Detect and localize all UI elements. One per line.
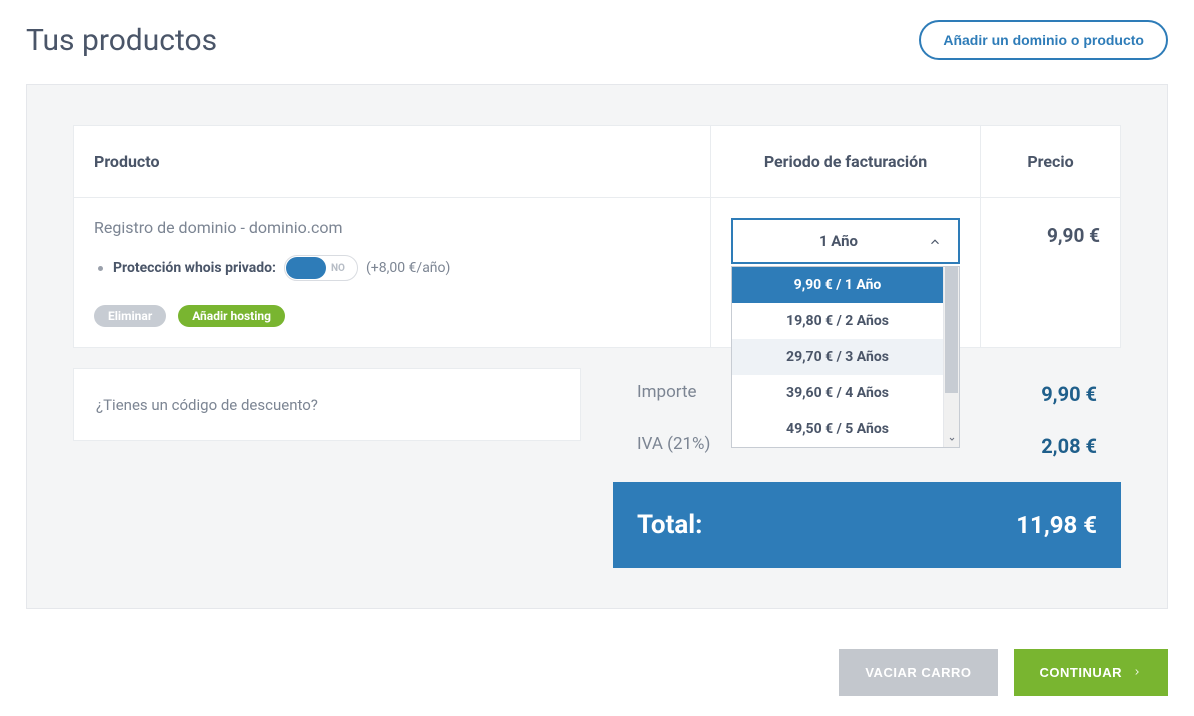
toggle-knob-icon [286, 257, 326, 279]
add-domain-button[interactable]: Añadir un dominio o producto [919, 20, 1168, 60]
whois-row: Protección whois privado: NO (+8,00 €/añ… [94, 255, 690, 281]
row-price: 9,90 € [1001, 218, 1100, 247]
subtotal-value: 9,90 € [1041, 382, 1097, 406]
whois-toggle[interactable]: NO [284, 255, 358, 281]
add-hosting-button[interactable]: Añadir hosting [178, 305, 285, 327]
continue-button[interactable]: CONTINUAR [1014, 649, 1169, 696]
toggle-no-label: NO [331, 263, 345, 274]
bullet-icon [98, 266, 103, 271]
billing-period-selected-label: 1 Año [749, 232, 928, 250]
product-table: Producto Periodo de facturación Precio R… [73, 125, 1121, 348]
period-option[interactable]: 9,90 € / 1 Año [732, 267, 943, 303]
vat-value: 2,08 € [1041, 434, 1097, 458]
billing-period-select[interactable]: 1 Año [731, 218, 960, 264]
subtotal-label: Importe [637, 382, 697, 406]
discount-code-box[interactable]: ¿Tienes un código de descuento? [73, 368, 581, 441]
col-period-header: Periodo de facturación [710, 126, 980, 197]
vat-label: IVA (21%) [637, 434, 710, 458]
continue-label: CONTINUAR [1040, 665, 1123, 680]
total-label: Total: [637, 510, 703, 540]
scrollbar-down-icon[interactable] [944, 431, 959, 447]
period-option[interactable]: 39,60 € / 4 Años [732, 375, 943, 411]
chevron-right-icon [1132, 665, 1142, 680]
total-value: 11,98 € [1016, 511, 1097, 539]
page-title: Tus productos [26, 23, 217, 58]
period-option[interactable]: 19,80 € / 2 Años [732, 303, 943, 339]
scrollbar-thumb-icon[interactable] [945, 267, 958, 393]
period-option[interactable]: 29,70 € / 3 Años [732, 339, 943, 375]
chevron-up-icon [928, 234, 942, 248]
col-product-header: Producto [74, 126, 710, 197]
dropdown-scrollbar[interactable] [943, 267, 959, 447]
whois-price-note: (+8,00 €/año) [366, 260, 450, 276]
empty-cart-button[interactable]: VACIAR CARRO [839, 649, 997, 696]
whois-label: Protección whois privado: [113, 260, 276, 276]
table-header: Producto Periodo de facturación Precio [74, 126, 1120, 198]
table-row: Registro de dominio - dominio.com Protec… [74, 198, 1120, 347]
cart-panel: Producto Periodo de facturación Precio R… [26, 84, 1168, 609]
period-option[interactable]: 49,50 € / 5 Años [732, 411, 943, 447]
discount-prompt: ¿Tienes un código de descuento? [96, 396, 318, 414]
product-name: Registro de dominio - dominio.com [94, 218, 690, 237]
delete-button[interactable]: Eliminar [94, 305, 166, 327]
billing-period-dropdown: 9,90 € / 1 Año19,80 € / 2 Años29,70 € / … [731, 266, 960, 448]
col-price-header: Precio [980, 126, 1120, 197]
